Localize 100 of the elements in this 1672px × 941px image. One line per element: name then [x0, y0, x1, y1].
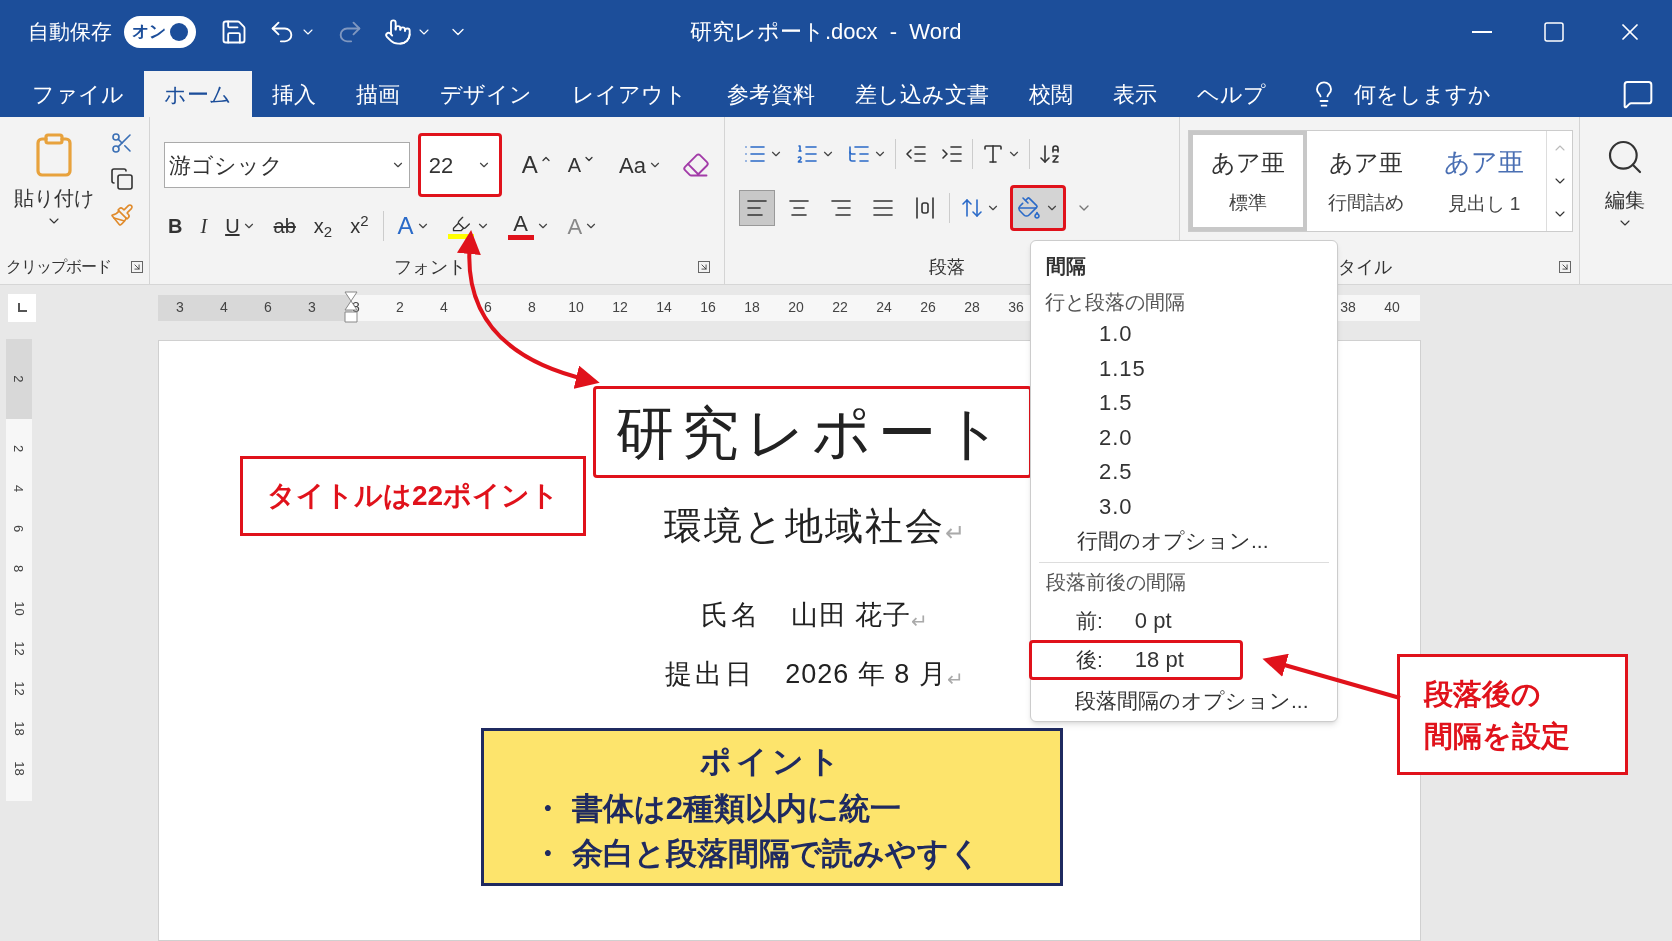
font-name-field[interactable]: 游ゴシック [164, 142, 410, 188]
ruler-number: 20 [787, 298, 805, 317]
menu-item[interactable]: 2.0 [1031, 420, 1337, 455]
font-color-button[interactable]: A [503, 209, 554, 243]
bold-button[interactable]: B [164, 209, 187, 243]
maximize-button[interactable] [1542, 19, 1566, 44]
menu-item[interactable]: 段落間隔のオプション... [1031, 679, 1337, 721]
group-label: 段落 [929, 255, 965, 279]
paragraph-mark: ↵ [911, 608, 929, 634]
editing-button[interactable]: 編集 [1580, 117, 1670, 284]
underline-button[interactable]: U [221, 209, 260, 243]
ribbon-tab[interactable]: 描画 [336, 71, 420, 117]
group-label: クリップボード [6, 257, 111, 277]
ruler-number: 14 [655, 298, 673, 317]
style-item[interactable]: あア亜 見出し 1 [1425, 131, 1543, 231]
ribbon-tab[interactable]: 挿入 [252, 71, 336, 117]
callout-text: 段落後の [1424, 676, 1541, 712]
ruler-number: 28 [963, 298, 981, 317]
ribbon-tab[interactable]: ホーム [144, 71, 252, 117]
paintbrush-icon [110, 203, 134, 227]
ribbon-tab[interactable]: ファイル [12, 71, 144, 117]
field-value: 2026 年 8 月 [785, 657, 947, 691]
autosave-toggle[interactable]: オン [124, 15, 196, 48]
callout: タイトルは22ポイント [240, 456, 586, 536]
shrink-font-button[interactable]: A [563, 148, 600, 182]
menu-item[interactable]: 2.5 [1031, 454, 1337, 490]
sort-icon [1038, 142, 1062, 166]
ruler-number: 3 [307, 298, 317, 317]
ruler-number: 8 [10, 564, 28, 573]
ribbon-tab[interactable]: 参考資料 [707, 71, 835, 117]
ribbon-tab[interactable]: デザイン [420, 71, 552, 117]
tell-me-field[interactable]: 何をしますか [1354, 77, 1534, 111]
ruler-number: 10 [10, 601, 28, 616]
menu-item[interactable]: 1.15 [1031, 351, 1337, 386]
superscript-button[interactable]: x$^{2}$ [346, 209, 373, 243]
scissors-icon [110, 131, 134, 155]
field-label: 氏名 [700, 599, 761, 632]
dialog-launcher-icon[interactable] [698, 261, 710, 273]
callout-text: 間隔を設定 [1424, 718, 1570, 754]
window-title: 研究レポート.docx - Word [690, 18, 962, 46]
dialog-launcher-icon[interactable] [131, 261, 143, 273]
ruler-number: 6 [483, 298, 493, 317]
ruler-number: 16 [699, 298, 717, 317]
ruler-number: 12 [10, 641, 28, 656]
grow-font-button[interactable]: A [517, 148, 556, 182]
paragraph-mark: ↵ [946, 667, 964, 692]
menu-item[interactable]: 後: 18 pt [1029, 640, 1243, 680]
copy-icon [110, 167, 134, 191]
change-case-button[interactable]: Aa [615, 148, 666, 182]
ruler-number: 2 [10, 444, 28, 453]
autosave-label: 自動保存 [28, 18, 112, 45]
group-label: タイル [1338, 255, 1392, 279]
corner-icon [17, 302, 27, 313]
letter-spacing-icon [981, 142, 1005, 166]
style-item[interactable]: あア亜 行間詰め [1307, 131, 1425, 231]
ruler-number: 8 [527, 298, 537, 317]
align-button[interactable] [739, 190, 775, 226]
dialog-launcher-icon[interactable] [1559, 261, 1571, 273]
ruler-number: 4 [10, 484, 28, 493]
cut-button[interactable] [110, 131, 134, 155]
ribbon-tab[interactable]: 表示 [1093, 71, 1177, 117]
text-effect-button[interactable]: A [393, 209, 434, 243]
ruler-number: 12 [611, 298, 629, 317]
group-label: フォント [394, 255, 466, 279]
ribbon-tab[interactable]: 差し込み文書 [835, 71, 1009, 117]
menu-item[interactable]: 行間のオプション... [1031, 523, 1337, 559]
menu-heading: 間隔 [1046, 254, 1086, 279]
align-icon [913, 196, 937, 220]
ruler-number: 4 [219, 298, 229, 317]
subscript-button[interactable]: x$_{2}$ [309, 209, 337, 243]
clear-formatting-button[interactable] [682, 151, 710, 179]
line-spacing-icon [960, 196, 984, 220]
style-item[interactable]: あア亜 標準 [1189, 131, 1307, 231]
maximize-icon [1542, 19, 1566, 44]
paste-button[interactable]: 貼り付け [14, 131, 94, 250]
ruler-number: 24 [875, 298, 893, 317]
tab-selector-button[interactable] [8, 293, 36, 322]
ruler-number: 26 [919, 298, 937, 317]
ribbon-tab[interactable]: 校閲 [1009, 71, 1093, 117]
ruler-number: 18 [10, 721, 28, 736]
menu-item[interactable]: 3.0 [1031, 489, 1337, 524]
copy-button[interactable] [110, 167, 134, 191]
paragraph-mark: ↵ [945, 518, 965, 548]
strikethrough-button[interactable]: ab [269, 209, 300, 243]
menu-item[interactable]: 1.0 [1031, 316, 1337, 352]
ruler-number: 18 [743, 298, 761, 317]
point-bullet: ・ 余白と段落間隔で読みやすく [532, 834, 981, 873]
numbered-list-icon [795, 142, 819, 166]
menu-item[interactable]: 前: 0 pt [1029, 600, 1243, 641]
menu-item[interactable]: 1.5 [1031, 385, 1337, 421]
ribbon-tab[interactable]: レイアウト [552, 71, 707, 117]
ruler-number: 22 [831, 298, 849, 317]
font-size-field[interactable]: 22 [417, 133, 502, 197]
field-label: 提出日 [665, 657, 756, 691]
indent-marker-icon[interactable] [344, 290, 358, 325]
paint-bucket-icon [1017, 196, 1041, 220]
eraser-icon [682, 151, 710, 179]
italic-button[interactable]: I [196, 209, 212, 243]
ribbon-tab[interactable]: ヘルプ [1177, 71, 1286, 117]
spacing-button[interactable] [1010, 185, 1066, 231]
